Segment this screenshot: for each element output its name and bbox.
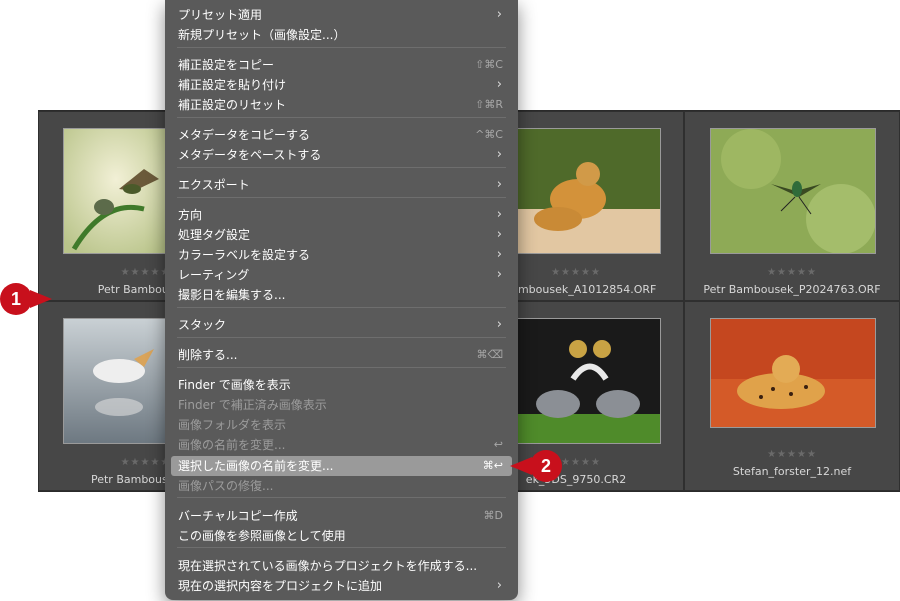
menu-separator	[177, 167, 506, 168]
menu-item[interactable]: 撮影日を編集する...	[171, 285, 512, 305]
menu-item[interactable]: 画像フォルダを表示	[171, 415, 512, 435]
menu-item[interactable]: エクスポート ›	[171, 175, 512, 195]
thumbnail-cell[interactable]: ★★★★★ Petr Bambousek_P2024763.ORF	[684, 111, 900, 301]
thumbnail-leopard[interactable]	[710, 318, 876, 428]
chevron-right-icon: ›	[496, 207, 502, 222]
menu-separator	[177, 117, 506, 118]
menu-item-shortcut: ⌘↩	[482, 459, 503, 472]
menu-item-label: 削除する...	[178, 348, 238, 362]
menu-item-label: スタック	[178, 318, 227, 332]
chevron-right-icon: ›	[496, 227, 502, 242]
menu-separator	[177, 307, 506, 308]
menu-item[interactable]: 方向 ›	[171, 205, 512, 225]
callout-badge-1: 1	[0, 283, 32, 315]
chevron-right-icon: ›	[496, 77, 502, 92]
menu-item-label: この画像を参照画像として使用	[178, 529, 346, 543]
menu-item[interactable]: カラーラベルを設定する ›	[171, 245, 512, 265]
thumbnail-filename: Petr Bambousek_P2024763.ORF	[703, 283, 881, 296]
menu-item-label: カラーラベルを設定する	[178, 248, 311, 262]
menu-item-shortcut: ⇧⌘R	[475, 98, 503, 111]
rating-stars[interactable]: ★★★★★	[685, 449, 899, 460]
menu-item-label: 新規プリセット（画像設定...）	[178, 28, 346, 42]
menu-item-label: バーチャルコピー作成	[178, 509, 298, 523]
menu-separator	[177, 197, 506, 198]
menu-item-label: 撮影日を編集する...	[178, 288, 286, 302]
menu-item-label: 画像の名前を変更...	[178, 438, 286, 452]
rating-stars[interactable]: ★★★★★	[685, 267, 899, 278]
menu-separator	[177, 47, 506, 48]
chevron-right-icon: ›	[496, 147, 502, 162]
menu-item-label: Finder で画像を表示	[178, 378, 291, 392]
menu-item-label: 現在の選択内容をプロジェクトに追加	[178, 579, 383, 593]
menu-item-label: Finder で補正済み画像表示	[178, 398, 327, 412]
menu-item-label: エクスポート	[178, 178, 250, 192]
menu-item-label: 補正設定をコピー	[178, 58, 275, 72]
menu-item[interactable]: 現在の選択内容をプロジェクトに追加 ›	[171, 576, 512, 596]
menu-item-label: プリセット適用	[178, 8, 263, 22]
menu-separator	[177, 547, 506, 548]
chevron-right-icon: ›	[496, 177, 502, 192]
menu-item-label: 現在選択されている画像からプロジェクトを作成する...	[178, 559, 478, 573]
menu-item-label: レーティング	[178, 268, 250, 282]
menu-item-label: 方向	[178, 208, 203, 222]
thumbnail-filename: Stefan_forster_12.nef	[732, 465, 852, 478]
menu-item[interactable]: 現在選択されている画像からプロジェクトを作成する...	[171, 556, 512, 576]
thumbnail-cranes[interactable]	[517, 318, 661, 444]
chevron-right-icon: ›	[496, 267, 502, 282]
menu-item[interactable]: 処理タグ設定 ›	[171, 225, 512, 245]
chevron-right-icon: ›	[496, 317, 502, 332]
menu-item[interactable]: メタデータをコピーする ^⌘C	[171, 125, 512, 145]
menu-separator	[177, 337, 506, 338]
menu-item[interactable]: バーチャルコピー作成 ⌘D	[171, 506, 512, 526]
callout-pointer-1	[30, 290, 52, 308]
thumbnail-cell[interactable]: ★★★★★ Stefan_forster_12.nef	[684, 301, 900, 491]
menu-item[interactable]: メタデータをペーストする ›	[171, 145, 512, 165]
callout-pointer-2	[510, 457, 532, 475]
menu-item-shortcut: ⌘⌫	[476, 348, 503, 361]
menu-item-label: 補正設定を貼り付け	[178, 78, 287, 92]
menu-item-label: 処理タグ設定	[178, 228, 251, 242]
menu-item-label: 補正設定のリセット	[178, 98, 287, 112]
menu-item[interactable]: 補正設定をコピー ⇧⌘C	[171, 55, 512, 75]
thumbnail-bird-flight[interactable]	[710, 128, 876, 254]
menu-item[interactable]: 補正設定を貼り付け ›	[171, 75, 512, 95]
menu-item[interactable]: Finder で画像を表示	[171, 375, 512, 395]
menu-item[interactable]: 削除する... ⌘⌫	[171, 345, 512, 365]
menu-item[interactable]: この画像を参照画像として使用	[171, 526, 512, 546]
thumbnail-jaguars[interactable]	[517, 128, 661, 254]
menu-separator	[177, 497, 506, 498]
menu-item[interactable]: 補正設定のリセット ⇧⌘R	[171, 95, 512, 115]
menu-item-shortcut: ⌘D	[483, 509, 503, 522]
chevron-right-icon: ›	[496, 7, 502, 22]
menu-item[interactable]: 新規プリセット（画像設定...）	[171, 25, 512, 45]
menu-item-label: メタデータをコピーする	[178, 128, 311, 142]
menu-item-label: 画像フォルダを表示	[178, 418, 287, 432]
thumbnail-hummingbird[interactable]	[63, 128, 167, 254]
menu-item-label: 選択した画像の名前を変更...	[178, 459, 334, 473]
callout-badge-2: 2	[530, 450, 562, 482]
menu-item-shortcut: ↩	[493, 438, 503, 451]
menu-item[interactable]: レーティング ›	[171, 265, 512, 285]
menu-item[interactable]: 画像パスの修復...	[171, 476, 512, 496]
context-menu: プリセット適用 › 新規プリセット（画像設定...） 補正設定をコピー ⇧⌘C 補正設定を…	[165, 0, 518, 600]
menu-item[interactable]: 選択した画像の名前を変更... ⌘↩	[171, 456, 512, 476]
chevron-right-icon: ›	[496, 578, 502, 593]
menu-item[interactable]: 画像の名前を変更... ↩	[171, 435, 512, 455]
menu-item-shortcut: ⇧⌘C	[475, 58, 503, 71]
menu-item[interactable]: スタック ›	[171, 315, 512, 335]
thumbnail-pelican[interactable]	[63, 318, 167, 444]
chevron-right-icon: ›	[496, 247, 502, 262]
menu-item[interactable]: プリセット適用 ›	[171, 5, 512, 25]
menu-item-label: メタデータをペーストする	[178, 148, 322, 162]
menu-separator	[177, 367, 506, 368]
menu-item[interactable]: Finder で補正済み画像表示	[171, 395, 512, 415]
menu-item-shortcut: ^⌘C	[475, 128, 503, 141]
menu-item-label: 画像パスの修復...	[178, 479, 274, 493]
